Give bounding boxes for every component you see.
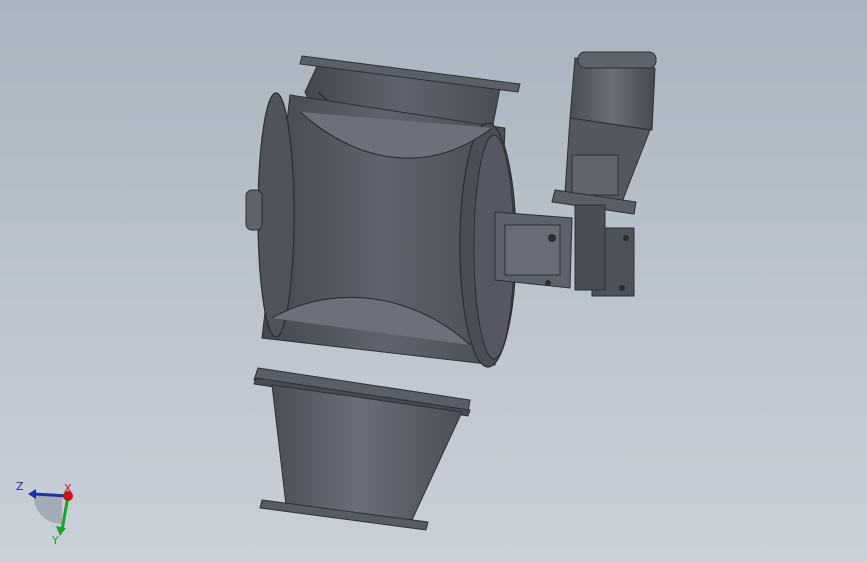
z-arrow-icon	[28, 489, 36, 499]
end-bearing-cap	[245, 189, 263, 231]
bolt-icon	[548, 234, 556, 242]
coordinate-triad: Z Y X	[16, 480, 73, 547]
z-axis-label: Z	[16, 480, 24, 493]
z-axis	[33, 492, 69, 498]
rotor-housing[interactable]	[245, 92, 517, 368]
cad-viewport[interactable]: Z Y X	[0, 0, 867, 562]
bolt-icon	[619, 285, 625, 291]
bolt-icon	[623, 235, 629, 241]
x-axis-label: X	[64, 482, 72, 495]
y-axis	[60, 495, 70, 531]
drive-coupling[interactable]	[494, 211, 635, 297]
rotary-valve-model[interactable]	[0, 0, 867, 562]
bolt-icon	[545, 280, 551, 286]
y-axis-label: Y	[51, 534, 59, 547]
